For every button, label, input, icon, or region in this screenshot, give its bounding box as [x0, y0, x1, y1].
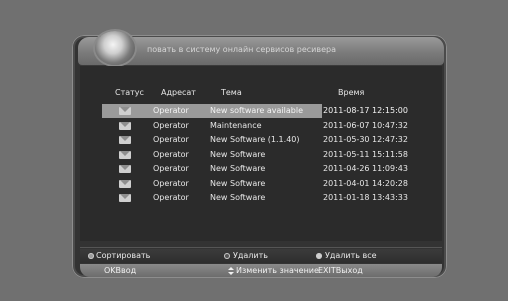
sort-button[interactable]: Сортировать: [96, 251, 150, 260]
message-time: 2011-04-01 14:20:28: [323, 178, 408, 188]
envelope-icon: [119, 179, 131, 188]
column-time: Время: [338, 88, 365, 97]
window-title: повать в систему онлайн сервисов ресивер…: [147, 45, 336, 54]
envelope-icon: [119, 150, 131, 159]
ok-label: Ввод: [115, 266, 137, 275]
envelope-icon: [119, 165, 131, 173]
message-subject: New Software: [210, 193, 266, 202]
separator: [80, 247, 442, 248]
message-row[interactable]: Operator Maintenance 2011-06-07 10:47:32: [102, 119, 408, 133]
column-status: Статус: [115, 88, 144, 97]
change-value-hint[interactable]: Изменить значение: [236, 266, 319, 275]
message-subject: New Software (1.1.40): [210, 135, 300, 144]
envelope-icon: [119, 194, 131, 202]
envelope-icon: [119, 136, 131, 144]
delete-all-button[interactable]: Удалить все: [325, 251, 377, 260]
message-time: 2011-01-18 13:43:33: [323, 193, 408, 202]
message-time: 2011-05-30 12:47:32: [323, 135, 408, 144]
message-subject: New Software: [210, 149, 266, 159]
ok-hint[interactable]: OKВвод: [104, 266, 136, 275]
message-subject: Maintenance: [210, 120, 262, 130]
message-row[interactable]: Operator New Software 2011-01-18 13:43:33: [102, 191, 408, 205]
message-sender: Operator: [153, 193, 189, 202]
message-time: 2011-08-17 12:15:00: [323, 106, 408, 115]
up-down-arrow-icon: [228, 267, 234, 275]
envelope-icon: [119, 107, 131, 115]
envelope-icon: [119, 121, 131, 130]
message-sender: Operator: [153, 164, 189, 173]
message-sender: Operator: [153, 149, 189, 159]
message-row[interactable]: Operator New Software 2011-04-01 14:20:28: [102, 177, 408, 191]
message-row[interactable]: Operator New Software (1.1.40) 2011-05-30 …: [102, 133, 408, 147]
message-sender: Operator: [153, 120, 189, 130]
globe-logo-icon: [95, 31, 135, 65]
message-row[interactable]: Operator New software available 2011-08-17…: [102, 104, 408, 118]
exit-hint[interactable]: EXITВыход: [318, 266, 363, 275]
message-time: 2011-05-11 15:11:58: [323, 149, 408, 159]
message-time: 2011-06-07 10:47:32: [323, 120, 408, 130]
column-subject: Тема: [221, 88, 242, 97]
message-sender: Operator: [153, 178, 189, 188]
message-row[interactable]: Operator New Software 2011-05-11 15:11:58: [102, 148, 408, 162]
column-sender: Адресат: [161, 88, 196, 97]
message-time: 2011-04-26 11:09:43: [323, 164, 408, 173]
ok-key: OK: [104, 266, 116, 275]
delete-button[interactable]: Удалить: [233, 251, 268, 260]
delete-dot-icon: [224, 253, 230, 259]
message-sender: Operator: [153, 135, 189, 144]
message-sender: Operator: [153, 106, 189, 115]
sort-dot-icon: [88, 253, 94, 259]
message-subject: New Software: [210, 164, 266, 173]
message-subject: New software available: [210, 106, 303, 115]
delete-all-dot-icon: [316, 253, 322, 259]
exit-label: Выход: [335, 266, 363, 275]
message-row[interactable]: Operator New Software 2011-04-26 11:09:43: [102, 162, 408, 176]
exit-key: EXIT: [318, 266, 336, 275]
message-subject: New Software: [210, 178, 266, 188]
